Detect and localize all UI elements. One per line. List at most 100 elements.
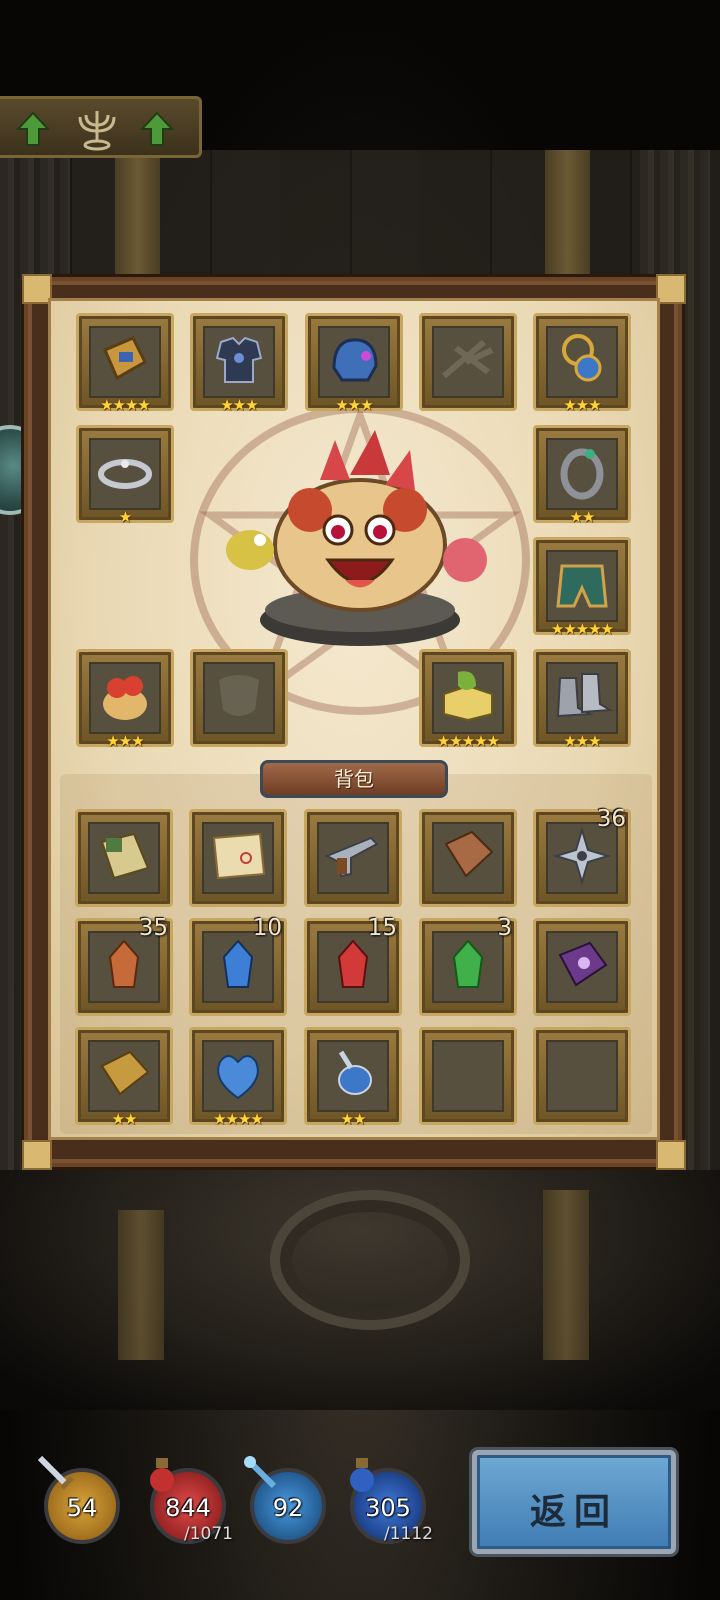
blue-potion-icon [338,1050,372,1095]
backpack-slot-empty[interactable] [533,1027,631,1125]
mana-value: 305 [365,1494,411,1522]
red-potion-icon [150,1458,174,1492]
red-crystal-icon [337,939,369,988]
star-rating: ★★★★ [100,396,151,414]
item-count: 15 [367,915,397,941]
back-button[interactable]: 返回 [472,1450,676,1554]
equip-slot-chest-armor[interactable]: ★★★ [190,313,288,414]
up-arrow-icon[interactable] [15,111,51,147]
back-button-label: 返回 [529,1492,618,1533]
chest-armor-icon [215,336,263,383]
star-rating: ★★★★★ [436,732,500,750]
blue-crystal-icon [222,939,254,988]
crossbow-placeholder-icon [442,339,494,379]
gold-book-icon [100,1050,150,1096]
equip-slot-amulet[interactable]: ★★★ [533,313,631,414]
backpack-slot[interactable] [419,809,517,907]
wood-beam-left [115,150,160,280]
recipe-book-icon [444,830,494,878]
blue-potion-icon [350,1458,374,1492]
staff-icon [244,1456,277,1489]
dark-ring-icon [560,448,604,500]
floor-post-right [543,1190,589,1360]
orange-crystal-icon [108,939,140,988]
backpack-slot[interactable]: 36 [533,806,631,907]
attack-value: 54 [66,1494,98,1522]
treasure-map-icon [212,832,266,880]
backpack-slot[interactable] [75,809,173,907]
backpack-slot[interactable]: ★★ [304,1027,402,1128]
green-crystal-icon [452,939,484,988]
equip-slot-ring-left[interactable]: ★ [76,425,174,526]
hp-stat: 844 /1071 [150,1458,233,1544]
mushroom-pet-icon [103,676,147,720]
attack-stat: 54 [37,1455,120,1544]
backpack-slot-empty[interactable] [419,1027,517,1125]
boots-icon [556,673,614,718]
floor-emblem [270,1190,470,1330]
hero-character-image [226,430,487,646]
wood-beam-right [545,150,590,280]
equip-slot-green-armor[interactable]: ★★★★★ [533,537,631,638]
green-scroll-book-icon [443,671,493,722]
item-count: 3 [497,915,512,941]
equip-slot-scroll-book[interactable]: ★★★★★ [419,649,517,750]
backpack-slot[interactable]: 10 [189,915,287,1016]
star-rating: ★★★ [220,396,258,414]
defense-value: 92 [272,1494,304,1522]
star-rating: ★★★★★ [550,620,614,638]
equip-slot-helmet[interactable]: ★★★ [305,313,403,414]
backpack-slot[interactable]: 35 [75,915,173,1016]
star-rating: ★★★ [106,732,144,750]
purple-tome-icon [558,941,608,987]
upgrade-panel [0,96,202,158]
frame-corner [656,1140,686,1170]
backpack-slot[interactable]: ★★★★ [189,1027,287,1128]
floor-post-left [118,1210,164,1360]
helmet-icon [332,338,378,382]
backpack-slot[interactable]: ★★ [75,1027,173,1128]
item-count: 35 [138,915,168,941]
item-count: 10 [252,915,282,941]
star-rating: ★★★ [563,396,601,414]
backpack-slot[interactable]: 15 [304,915,402,1016]
backpack-slot[interactable] [189,809,287,907]
frame-corner [22,1140,52,1170]
star-rating: ★★ [340,1110,367,1128]
star-rating: ★★ [111,1110,138,1128]
up-arrow-icon[interactable] [139,111,175,147]
defense-stat: 92 [244,1456,326,1544]
mana-max: /1112 [384,1524,433,1544]
green-armor-icon [556,564,608,608]
equip-slot-weapon-empty[interactable] [419,313,517,411]
equip-slot-pet[interactable]: ★★★ [76,649,174,750]
star-rating: ★★★★ [213,1110,264,1128]
bracer-icon [103,336,147,381]
equip-slot-ring-right[interactable]: ★★ [533,425,631,526]
amulet-icon [562,334,602,382]
pistol-icon [324,836,379,878]
equip-slot-mask-empty[interactable] [190,649,288,747]
equip-slot-boots[interactable]: ★★★ [533,649,631,750]
mask-placeholder-icon [219,675,259,716]
game-scene: ★★★★ ★★★ ★★★ ★★★ ★ ★★ ★★★★★ ★★★ ★★★★★ ★★… [0,0,720,1600]
backpack-title: 背包 [260,760,448,798]
blue-heart-icon [217,1055,259,1100]
silver-ring-icon [98,459,152,489]
mana-stat: 305 /1112 [350,1458,433,1544]
candelabra-emblem-icon [72,105,122,151]
equip-slot-bracer[interactable]: ★★★★ [76,313,174,414]
green-map-icon [100,832,150,880]
hp-value: 844 [165,1494,211,1522]
star-rating: ★ [118,508,132,526]
shuriken-icon [552,826,612,886]
star-rating: ★★★ [563,732,601,750]
star-rating: ★★ [569,508,596,526]
backpack-slot[interactable] [533,918,631,1016]
star-rating: ★★★ [335,396,373,414]
sword-icon [37,1455,74,1490]
backpack-slot[interactable]: 3 [419,915,517,1016]
frame-corner [656,274,686,304]
backpack-slot[interactable] [304,809,402,907]
item-count: 36 [596,806,626,832]
